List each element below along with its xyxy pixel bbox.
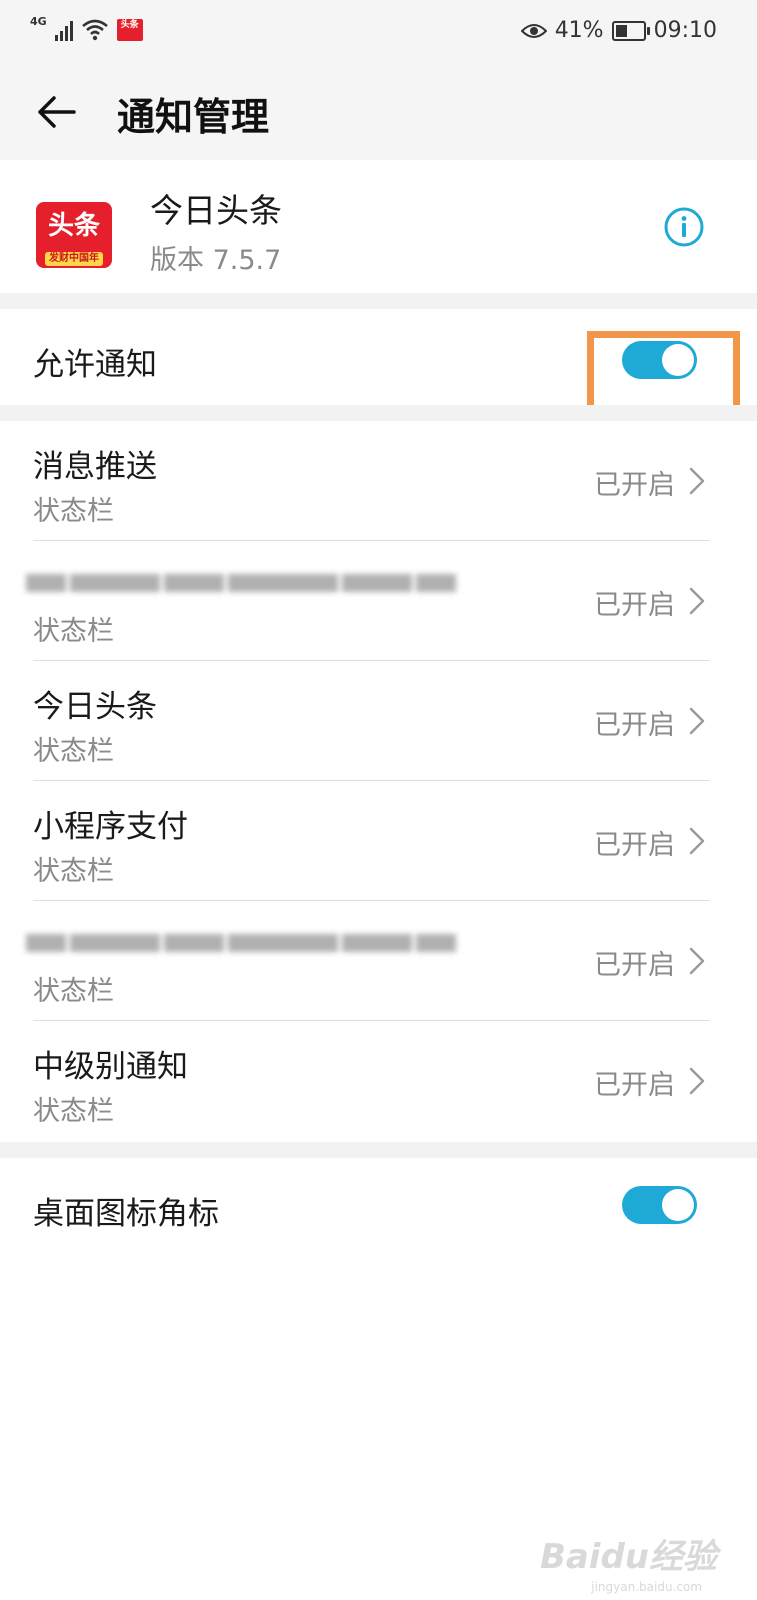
channel-row[interactable]: 小程序支付状态栏 已开启 (0, 781, 757, 901)
channel-status: 已开启 (594, 1070, 675, 1101)
battery-icon (611, 20, 650, 41)
channel-name: 今日头条 (33, 689, 157, 725)
network-type: 4G (30, 15, 47, 28)
channel-location: 状态栏 (33, 616, 114, 647)
section-divider (0, 1142, 757, 1158)
eye-comfort-icon (520, 23, 547, 38)
signal-icon (54, 19, 73, 41)
chevron-right-icon (689, 827, 705, 855)
clock: 09:10 (653, 18, 717, 43)
status-bar: 4G 头条 41% 09:10 (0, 0, 757, 64)
watermark-url: jingyan.baidu.com (591, 1580, 702, 1594)
notification-channel-list: 消息推送 状态栏 已开启 状态栏 已开启 今日头条 状态栏 已开启 小程序支付 状态栏 已开启 状态栏… (0, 421, 757, 1141)
app-notification-icon: 头条 (116, 19, 143, 41)
info-icon[interactable] (663, 206, 705, 248)
channel-location: 状态栏 (33, 1096, 114, 1127)
channel-location: 状态栏 (33, 496, 114, 527)
channel-name: 消息推送 (33, 449, 157, 485)
channel-row[interactable]: 状态栏 已开启 (0, 541, 757, 661)
chevron-right-icon (689, 467, 705, 495)
app-logo: 头条 发财中国年 (36, 202, 112, 268)
badge-row[interactable]: 桌面图标角标 (0, 1158, 757, 1254)
channel-row[interactable]: 今日头条状态栏 已开启 (0, 661, 757, 781)
channel-name: 中级别通知 (33, 1049, 188, 1085)
channel-location: 状态栏 (33, 856, 114, 887)
channel-status: 已开启 (594, 950, 675, 981)
chevron-right-icon (689, 707, 705, 735)
app-logo-tagline: 发财中国年 (45, 252, 103, 266)
channel-row[interactable]: 消息推送状态栏 已开启 (0, 421, 757, 541)
section-divider (0, 293, 757, 309)
app-bar: 通知管理 (0, 64, 757, 160)
redacted-channel-name (26, 571, 456, 595)
chevron-right-icon (689, 947, 705, 975)
wifi-icon (81, 19, 108, 41)
channel-name: 小程序支付 (33, 809, 188, 845)
channel-location: 状态栏 (33, 736, 114, 767)
badge-toggle[interactable] (622, 1186, 697, 1224)
channel-location: 状态栏 (33, 976, 114, 1007)
redacted-channel-name (26, 931, 456, 955)
back-arrow-icon[interactable] (34, 90, 78, 134)
page-title: 通知管理 (117, 95, 270, 139)
allow-notifications-label: 允许通知 (33, 347, 157, 383)
chevron-right-icon (689, 587, 705, 615)
channel-status: 已开启 (594, 590, 675, 621)
toggle-knob (662, 1189, 694, 1221)
channel-status: 已开启 (594, 710, 675, 741)
app-logo-text: 头条 (47, 211, 100, 241)
app-name: 今日头条 (150, 191, 282, 230)
section-divider (0, 405, 757, 421)
app-info-card: 头条 发财中国年 今日头条 版本 7.5.7 (0, 160, 757, 293)
channel-status: 已开启 (594, 830, 675, 861)
badge-label: 桌面图标角标 (33, 1196, 219, 1232)
chevron-right-icon (689, 1067, 705, 1095)
battery-percent: 41% (554, 18, 604, 43)
channel-row[interactable]: 状态栏 已开启 (0, 901, 757, 1021)
channel-row[interactable]: 中级别通知状态栏 已开启 (0, 1021, 757, 1141)
channel-status: 已开启 (594, 470, 675, 501)
watermark: Baidu经验 (539, 1537, 717, 1577)
app-version: 版本 7.5.7 (150, 245, 282, 276)
